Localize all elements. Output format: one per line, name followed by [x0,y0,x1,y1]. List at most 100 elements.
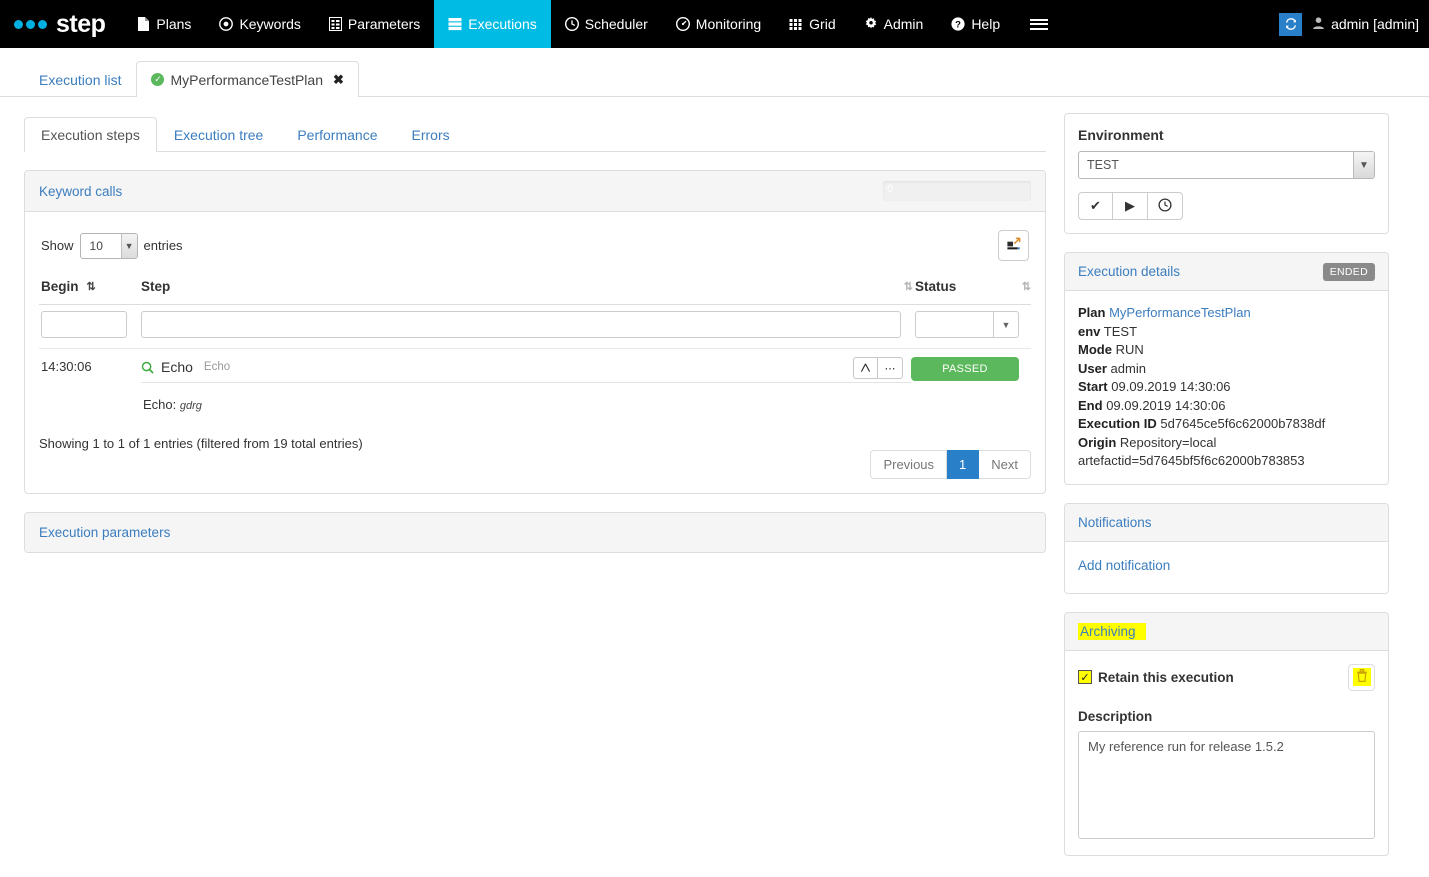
ellipsis-icon[interactable]: ⋯ [878,357,903,379]
execution-parameters-panel: Execution parameters [24,512,1046,553]
brand-logo[interactable]: step [0,0,123,48]
pagination-next[interactable]: Next [979,450,1031,479]
nav-label-monitoring: Monitoring [695,16,762,32]
keyword-calls-header: Keyword calls 0 [25,171,1045,212]
page-body: Execution steps Execution tree Performan… [0,97,1429,874]
archiving-title[interactable]: Archiving [1078,622,1146,640]
page-size-select[interactable]: 10 [79,232,138,259]
nav-item-keywords[interactable]: Keywords [205,0,314,48]
schedule-button[interactable] [1148,192,1183,220]
page-size-select-shell: 10 ▼ [79,232,138,259]
nav-item-plans[interactable]: Plans [123,0,205,48]
detail-value-end: 09.09.2019 14:30:06 [1106,397,1226,413]
execution-parameters-title: Execution parameters [39,525,171,540]
detail-origin-artefactid: artefactid=5d7645bf5f6c62000b783853 [1078,453,1305,468]
detail-value-plan[interactable]: MyPerformanceTestPlan [1109,305,1251,320]
user-menu[interactable]: admin [admin] [1312,16,1419,33]
show-entries-control: Show 10 ▼ entries [41,232,183,259]
close-icon[interactable]: ✖ [333,72,344,88]
nav-item-parameters[interactable]: Parameters [315,0,434,48]
tab-execution-list[interactable]: Execution list [24,61,136,97]
environment-label: Environment [1078,127,1164,143]
notifications-header: Notifications [1065,503,1388,542]
execution-details-title[interactable]: Execution details [1078,264,1180,279]
refresh-icon[interactable] [1279,12,1303,36]
detail-label-env: env [1078,323,1101,339]
magnifier-icon[interactable] [141,361,154,374]
environment-body: Environment TEST ▼ ✔ ▶ [1065,114,1388,233]
description-textarea[interactable]: My reference run for release 1.5.2 [1078,730,1375,839]
tab-errors-label: Errors [411,127,450,143]
retain-execution-checkbox[interactable]: ✓ [1078,670,1092,684]
navbar-right: admin [admin] [1279,0,1429,48]
row-step-detail: Echo: gdrg [141,397,911,412]
nav-label-help: Help [971,16,1001,32]
detail-label-end: End [1078,397,1103,413]
showing-entries-text: Showing 1 to 1 of 1 entries (filtered fr… [39,436,363,451]
pagination-page-1[interactable]: 1 [947,450,980,479]
keyword-calls-title[interactable]: Keyword calls [39,184,122,199]
tab-performance[interactable]: Performance [280,117,394,152]
tree-icon[interactable] [853,357,878,379]
nav-item-admin[interactable]: Admin [850,0,938,48]
column-header-step[interactable]: Step ⇅ [139,275,913,305]
user-icon [1312,16,1325,33]
column-header-status[interactable]: Status ⇅ [913,275,1031,305]
question-circle-icon: ? [951,17,965,31]
tab-execution-tree[interactable]: Execution tree [157,117,281,152]
filter-cell-step [139,304,913,349]
keyword-calls-panel: Keyword calls 0 Show 10 ▼ entries Begin … [24,170,1046,494]
delete-execution-button[interactable] [1348,663,1375,691]
row-step-detail-label: Echo: [143,397,177,412]
nav-item-help[interactable]: ? Help [937,0,1014,48]
environment-select[interactable]: TEST [1078,151,1375,179]
tab-errors[interactable]: Errors [395,117,467,152]
validate-button[interactable]: ✔ [1078,192,1113,220]
keyword-calls-table: Begin ⇅ Step ⇅ Status ⇅ ▼ 14:30:06 Echo … [39,275,1031,420]
filter-input-begin[interactable] [41,311,127,338]
detail-label-mode: Mode [1078,342,1112,357]
table-footer: Showing 1 to 1 of 1 entries (filtered fr… [39,420,1031,479]
detail-label-user: User [1078,360,1107,376]
nav-item-grid[interactable]: Grid [775,0,849,48]
execution-parameters-header[interactable]: Execution parameters [25,513,1045,552]
filter-cell-status: ▼ [913,304,1031,349]
server-icon [448,17,462,31]
notifications-panel: Notifications Add notification [1064,502,1389,594]
table-row: 14:30:06 Echo Echo Echo: gdrg ⋯ PASSED [39,349,1031,421]
execution-tab-bar: Execution list ✓ MyPerformanceTestPlan ✖ [0,48,1429,97]
detail-mode: Mode RUN [1078,341,1375,360]
detail-value-start: 09.09.2019 14:30:06 [1111,379,1231,394]
table-head: Begin ⇅ Step ⇅ Status ⇅ ▼ [39,275,1031,349]
execute-button[interactable]: ▶ [1113,192,1148,220]
environment-actions: ✔ ▶ [1078,192,1375,220]
export-button[interactable] [998,230,1029,261]
detail-label-origin: Origin [1078,434,1117,450]
detail-env: env TEST [1078,323,1375,342]
nav-item-scheduler[interactable]: Scheduler [551,0,662,48]
trash-icon [1352,668,1371,686]
filter-input-step[interactable] [141,311,901,338]
top-navbar: step Plans Keywords Parameters Execution… [0,0,1429,48]
column-header-begin[interactable]: Begin ⇅ [39,275,139,305]
pagination-previous[interactable]: Previous [870,450,948,479]
filter-input-status[interactable] [915,311,993,338]
grid-icon [789,17,803,31]
target-icon [219,17,234,31]
nav-label-keywords: Keywords [239,16,301,32]
caret-down-icon[interactable]: ▼ [993,311,1019,338]
add-notification-link[interactable]: Add notification [1078,558,1170,573]
archiving-body: ✓ Retain this execution Description My r… [1065,651,1388,855]
tab-execution-steps[interactable]: Execution steps [24,117,157,152]
execution-details-body: Plan MyPerformanceTestPlan env TEST Mode… [1065,291,1388,484]
notifications-title[interactable]: Notifications [1078,515,1152,530]
tab-myperformancetestplan[interactable]: ✓ MyPerformanceTestPlan ✖ [136,61,359,97]
environment-select-shell: TEST ▼ [1078,151,1375,179]
column-label-status: Status [915,279,957,294]
detail-value-env: TEST [1103,323,1138,339]
tab-myperformancetestplan-label: MyPerformanceTestPlan [170,71,323,88]
nav-item-monitoring[interactable]: Monitoring [662,0,775,48]
hamburger-icon[interactable] [1014,0,1064,48]
execution-details-header: Execution details ENDED [1065,253,1388,291]
nav-item-executions[interactable]: Executions [434,0,551,48]
